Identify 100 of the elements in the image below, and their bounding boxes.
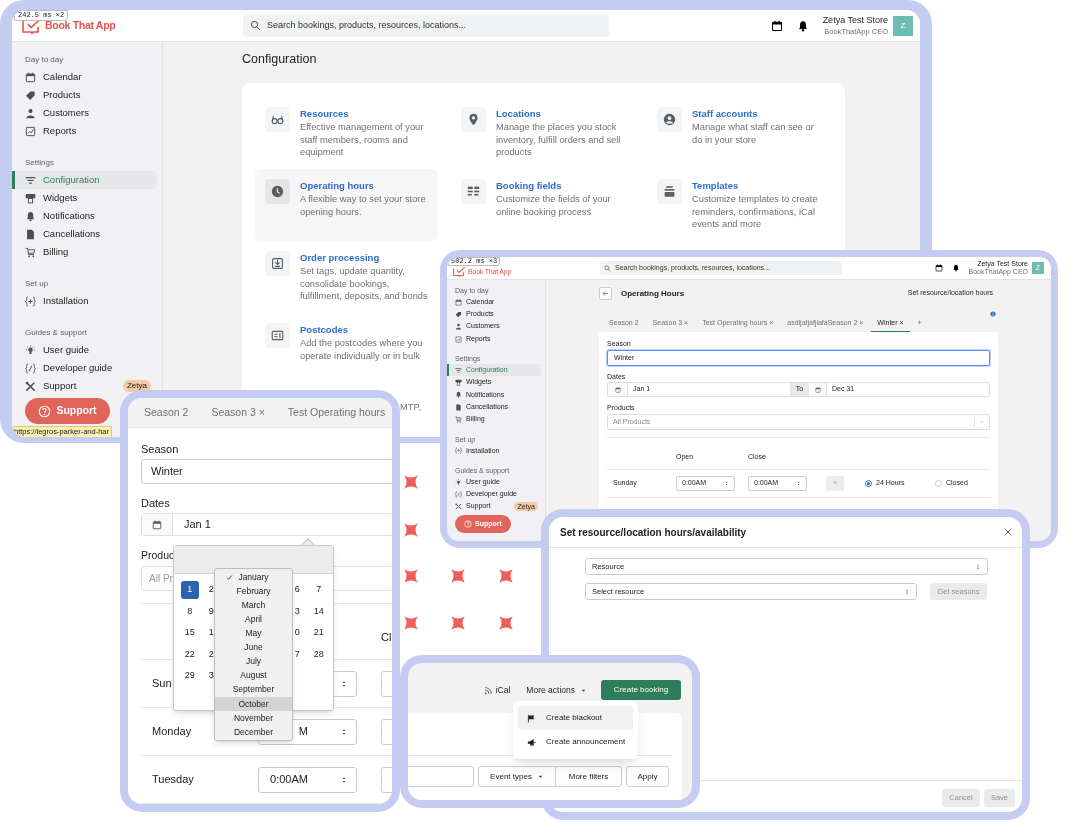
updown-icon: [796, 481, 801, 486]
search-icon: [604, 264, 611, 272]
create-booking-button[interactable]: Create booking: [601, 680, 681, 700]
search-field[interactable]: Search bookings, products, resources, locations...: [243, 14, 609, 37]
stack-icon: [657, 179, 682, 204]
sidebar-item[interactable]: Calendar: [12, 68, 157, 86]
settings-link[interactable]: Staff accounts: [692, 107, 820, 121]
calendar-day[interactable]: 21: [313, 626, 324, 640]
calendar-day[interactable]: 7: [294, 647, 300, 661]
cross-icon: [402, 521, 420, 539]
settings-description: MTP,: [400, 401, 421, 414]
code-icon: [455, 490, 462, 498]
back-button[interactable]: [599, 287, 612, 300]
calendar-day[interactable]: 29: [184, 669, 195, 683]
date-field[interactable]: Jan 1: [141, 513, 392, 536]
cart-icon: [25, 246, 36, 258]
settings-link[interactable]: Booking fields: [496, 179, 624, 193]
filter-button[interactable]: More filters: [556, 766, 622, 787]
updown-icon: [340, 775, 348, 784]
field-label: Dates: [141, 496, 171, 510]
month-option[interactable]: June: [215, 640, 292, 655]
sidebar-item[interactable]: Developer guide: [12, 359, 157, 377]
sidebar-item[interactable]: Reports: [12, 122, 157, 140]
calendar-day[interactable]: 1: [208, 626, 214, 640]
filter-button[interactable]: Event types: [478, 766, 556, 787]
month-option[interactable]: May: [215, 626, 292, 641]
menu-item[interactable]: Create announcement: [518, 730, 633, 754]
tab[interactable]: Season 2: [144, 404, 189, 421]
sidebar-item[interactable]: User guide: [12, 341, 157, 359]
settings-link[interactable]: Locations: [496, 107, 624, 121]
time-select[interactable]: 0:00AM: [258, 766, 357, 793]
calendar-day[interactable]: 22: [184, 647, 195, 661]
sidebar-item[interactable]: Support Zetya: [12, 377, 157, 395]
calendar-day[interactable]: 9: [208, 604, 214, 618]
settings-link[interactable]: Operating hours: [300, 179, 428, 193]
month-option[interactable]: April: [215, 612, 292, 627]
calendar-day[interactable]: 2: [208, 583, 214, 597]
ical-link[interactable]: iCal: [483, 680, 511, 700]
menu-item[interactable]: Create blackout: [518, 706, 633, 730]
settings-link[interactable]: Postcodes: [300, 323, 428, 337]
section-heading: Guides & support: [24, 327, 88, 339]
settings-description: Customize the fields of your online booking process: [496, 193, 612, 218]
sidebar-item[interactable]: Customers: [12, 104, 157, 122]
highlighted-item[interactable]: Operating hours A flexible way to set your store opening hours.: [255, 169, 438, 241]
sidebar-item[interactable]: Notifications: [12, 207, 157, 225]
tools-icon: [455, 503, 462, 511]
calendar-day[interactable]: 6: [294, 583, 300, 597]
month-option[interactable]: January: [215, 570, 292, 585]
text-field[interactable]: Winter: [141, 459, 392, 484]
caret-icon: [536, 773, 544, 780]
sidebar-item[interactable]: Configuration: [12, 171, 157, 189]
calendar-day[interactable]: 7: [316, 583, 322, 597]
bell-icon: [952, 264, 961, 272]
tab[interactable]: Test Operating hours: [287, 404, 386, 421]
settings-description: Manage what staff can see or do in your store: [692, 121, 815, 146]
sidebar-item[interactable]: Billing: [12, 243, 157, 261]
sidebar-item[interactable]: Cancellations: [12, 225, 157, 243]
filter-field[interactable]: [408, 766, 474, 787]
help-icon: [38, 404, 52, 418]
month-option[interactable]: August: [215, 668, 292, 683]
bell-icon: [455, 391, 462, 399]
settings-description: A flexible way to set your store opening hours.: [300, 193, 427, 218]
settings-link[interactable]: Resources: [300, 107, 428, 121]
widget-icon: [25, 192, 36, 204]
calendar-day[interactable]: 28: [313, 647, 324, 661]
sidebar-item[interactable]: Installation: [12, 292, 157, 310]
month-option[interactable]: July: [215, 654, 292, 669]
settings-link[interactable]: Order processing: [300, 251, 428, 265]
close-icon: [1003, 527, 1013, 537]
info-icon: [990, 311, 996, 317]
month-option[interactable]: February: [215, 584, 292, 599]
month-option[interactable]: October: [215, 696, 292, 711]
more-actions-button[interactable]: More actions: [526, 680, 587, 700]
calendar-day[interactable]: 14: [313, 604, 324, 618]
tab[interactable]: Season 3 ×: [211, 404, 265, 421]
settings-description: Manage the places you stock inventory, fulfill orders and sell products: [496, 121, 622, 159]
sidebar-item[interactable]: Widgets: [12, 189, 157, 207]
calendar-day[interactable]: 1: [180, 580, 199, 599]
calendar-day[interactable]: 15: [184, 626, 195, 640]
radio-button[interactable]: [865, 480, 872, 487]
clock-icon: [265, 179, 290, 204]
cross-icon: [449, 567, 467, 585]
filter-button[interactable]: Apply: [626, 766, 669, 787]
user-icon: [657, 107, 682, 132]
month-option[interactable]: March: [215, 598, 292, 613]
month-option[interactable]: September: [215, 682, 292, 697]
calendar-day[interactable]: 2: [208, 647, 214, 661]
calendar-icon: [614, 386, 621, 393]
sidebar-item[interactable]: Products: [12, 86, 157, 104]
calendar-icon: [935, 264, 944, 272]
calendar-day[interactable]: 8: [187, 604, 193, 618]
calendar-day[interactable]: 0: [294, 626, 300, 640]
person-icon: [455, 323, 462, 331]
date-value: Jan 1: [183, 517, 211, 533]
settings-link[interactable]: Templates: [692, 179, 820, 193]
document-icon: [455, 403, 462, 411]
calendar-day[interactable]: 3: [208, 669, 214, 683]
radio-button[interactable]: [935, 480, 942, 487]
cart-icon: [455, 416, 462, 423]
calendar-day[interactable]: 3: [294, 604, 300, 618]
